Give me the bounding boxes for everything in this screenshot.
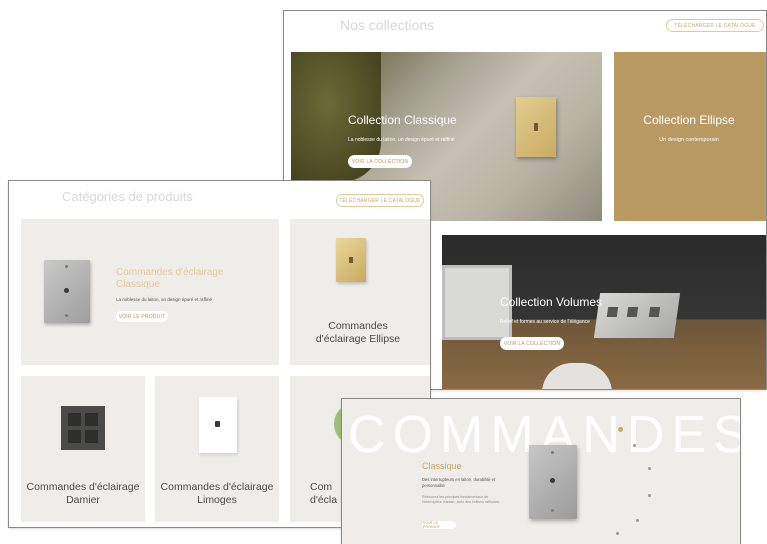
collection-volumes-subtitle: Relief et formes au service de l'éléganc… — [500, 319, 590, 325]
collection-classique-subtitle: La noblesse du laiton, un design épuré e… — [348, 137, 455, 143]
collection-ellipse-subtitle: Un design contemporain — [659, 137, 719, 143]
category-limoges-label: Commandes d'éclairage Limoges — [160, 481, 274, 506]
categories-title: Catégories de produits — [62, 189, 193, 204]
category-classique-cta[interactable]: VOIR LE PRODUIT — [116, 311, 168, 322]
collections-title: Nos collections — [340, 17, 435, 33]
category-damier-card[interactable]: Commandes d'éclairage Damier — [21, 376, 145, 522]
timeline-dots — [612, 399, 651, 544]
category-classique-desc: La noblesse du laiton, un design épuré e… — [116, 297, 212, 302]
collection-volumes-title: Collection Volumes — [500, 295, 603, 309]
commandes-cta[interactable]: VOIR LE PRODUIT — [422, 521, 456, 529]
commandes-body: Retrouvez les principes fondamentaux de … — [422, 495, 500, 504]
collection-classique-cta[interactable]: VOIR LA COLLECTION — [348, 155, 412, 168]
download-catalogue-button[interactable]: TÉLÉCHARGER LE CATALOGUE — [336, 194, 424, 207]
category-ellipse-label: Commandes d'éclairage Ellipse — [315, 320, 401, 345]
category-limoges-card[interactable]: Commandes d'éclairage Limoges — [155, 376, 279, 522]
switch-plate-silver-image — [529, 445, 577, 519]
download-catalogue-button[interactable]: TÉLÉCHARGER LE CATALOGUE — [666, 19, 764, 32]
volumes-switch-image — [593, 293, 681, 338]
switch-plate-brass-icon — [336, 238, 366, 282]
commandes-panel: COMMANDES Classique Des interrupteurs en… — [342, 399, 740, 544]
category-classique-card[interactable]: Commandes d'éclairage Classique La noble… — [21, 219, 279, 365]
collection-ellipse-card[interactable]: Collection Ellipse Un design contemporai… — [614, 52, 766, 221]
commandes-title: Classique — [422, 461, 462, 471]
collection-ellipse-title: Collection Ellipse — [643, 113, 735, 127]
category-classique-title: Commandes d'éclairage Classique — [116, 267, 224, 290]
switch-plate-silver-icon — [44, 260, 90, 323]
chair-image — [542, 363, 612, 389]
collection-volumes-cta[interactable]: VOIR LA COLLECTION — [500, 337, 564, 350]
category-ellipse-card[interactable]: Commandes d'éclairage Ellipse — [290, 219, 430, 365]
switch-limoges-icon — [199, 397, 237, 453]
collection-volumes-card[interactable]: Collection Volumes Relief et formes au s… — [442, 235, 766, 389]
category-damier-label: Commandes d'éclairage Damier — [26, 481, 140, 506]
collection-classique-title: Collection Classique — [348, 113, 457, 127]
switch-plate-brass-image — [516, 97, 556, 157]
switch-damier-icon — [61, 406, 105, 450]
commandes-desc: Des interrupteurs en laiton, durabilité … — [422, 477, 496, 488]
